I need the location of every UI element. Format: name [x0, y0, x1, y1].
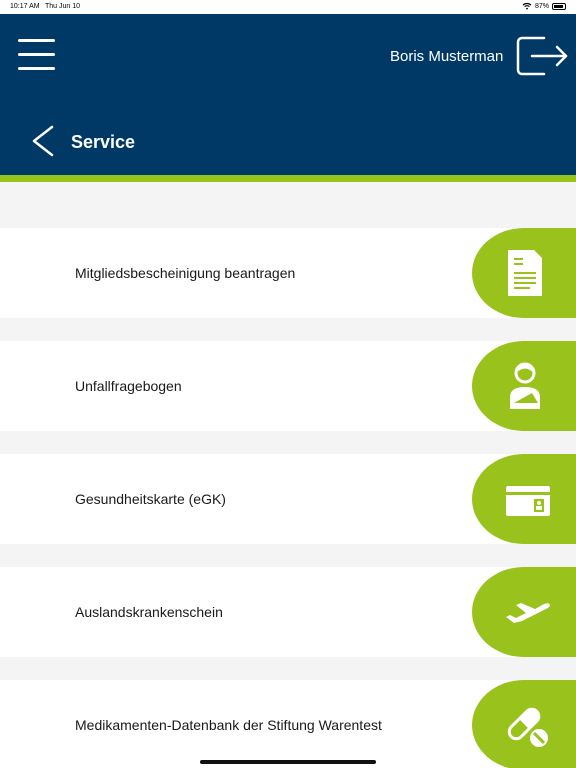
hamburger-icon — [18, 39, 55, 42]
service-icon-tab — [472, 228, 576, 318]
home-indicator[interactable] — [200, 760, 376, 764]
service-item-label: Medikamenten-Datenbank der Stiftung Ware… — [75, 717, 382, 733]
hamburger-line — [18, 53, 55, 56]
menu-button[interactable] — [18, 39, 55, 73]
service-item-label: Auslandskrankenschein — [75, 604, 223, 620]
service-item-health-card[interactable]: Gesundheitskarte (eGK) — [0, 454, 576, 544]
battery-percent: 87% — [534, 2, 549, 10]
app-header: Boris Musterman Service — [0, 14, 576, 175]
service-item-label: Mitgliedsbescheinigung beantragen — [75, 265, 296, 281]
logout-icon — [516, 36, 568, 76]
back-button[interactable] — [28, 124, 56, 158]
service-item-accident-questionnaire[interactable]: Unfallfragebogen — [0, 341, 576, 431]
document-icon — [508, 250, 542, 296]
airplane-icon — [506, 603, 550, 623]
service-icon-tab — [472, 680, 576, 768]
service-icon-tab — [472, 567, 576, 657]
service-icon-tab — [472, 454, 576, 544]
battery-icon — [552, 2, 566, 10]
page-title: Service — [71, 132, 136, 152]
status-right: 87% — [522, 2, 566, 10]
accent-bar — [0, 175, 576, 182]
hamburger-line — [18, 67, 55, 70]
status-time: 10:17 AM — [10, 3, 40, 10]
service-item-foreign-health-certificate[interactable]: Auslandskrankenschein — [0, 567, 576, 657]
logout-button[interactable] — [514, 34, 570, 78]
service-item-label: Unfallfragebogen — [75, 378, 182, 394]
service-item-label: Gesundheitskarte (eGK) — [75, 491, 226, 507]
user-name: Boris Musterman — [390, 48, 504, 65]
status-date: Thu Jun 10 — [45, 3, 81, 10]
wifi-icon — [522, 2, 532, 10]
chevron-left-icon — [32, 125, 54, 157]
service-item-membership-certificate[interactable]: Mitgliedsbescheinigung beantragen — [0, 228, 576, 318]
pills-icon — [507, 707, 548, 747]
health-card-icon — [506, 486, 550, 516]
status-bar: 10:17 AM Thu Jun 10 87% — [0, 0, 576, 14]
injured-person-icon — [510, 362, 540, 409]
service-icon-tab — [472, 341, 576, 431]
service-item-medication-database[interactable]: Medikamenten-Datenbank der Stiftung Ware… — [0, 680, 576, 768]
